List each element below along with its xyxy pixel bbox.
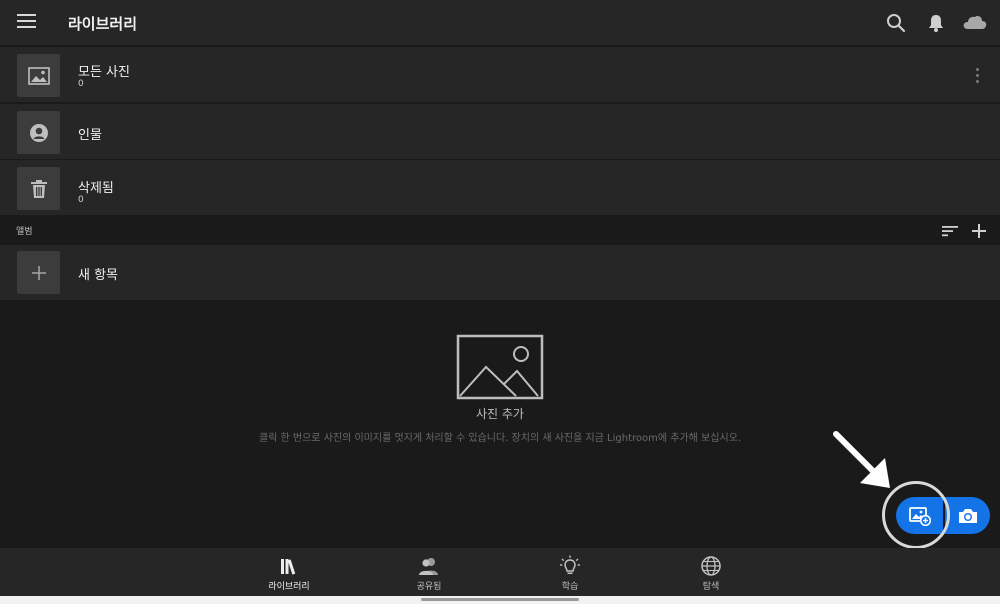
people-icon [419, 558, 438, 575]
app-header: 라이브러리 [0, 0, 1000, 46]
new-album-item[interactable]: 새 항목 [0, 245, 1000, 301]
library-icon [281, 559, 296, 575]
lightbulb-icon [560, 555, 580, 574]
image-icon [17, 54, 60, 97]
nav-label: 학습 [561, 582, 579, 592]
library-item-all-photos[interactable]: 모든 사진 0 [0, 47, 1000, 103]
menu-icon[interactable] [17, 14, 36, 30]
nav-item-learn[interactable]: 학습 [530, 548, 610, 596]
row-count: 0 [78, 79, 84, 89]
pointer-arrow-icon [833, 431, 890, 488]
highlight-ring [882, 481, 950, 549]
albums-section-header: 앨범 [0, 216, 1000, 244]
home-indicator[interactable] [421, 598, 579, 601]
camera-button[interactable] [945, 497, 990, 534]
nav-item-explore[interactable]: 탐색 [671, 548, 751, 596]
camera-icon [958, 508, 977, 523]
bottom-nav: 라이브러리 공유됨 학습 탐색 [0, 548, 1000, 596]
nav-label: 탐색 [702, 582, 720, 592]
nav-item-library[interactable]: 라이브러리 [249, 548, 329, 596]
section-label: 앨범 [16, 227, 33, 237]
search-icon[interactable] [885, 12, 907, 34]
more-options-icon[interactable] [974, 68, 980, 84]
home-indicator-area [0, 596, 1000, 604]
person-icon [17, 111, 60, 154]
plus-icon [17, 251, 60, 294]
new-album-label: 새 항목 [78, 268, 119, 283]
library-item-people[interactable]: 인물 [0, 104, 1000, 160]
add-album-icon[interactable] [971, 223, 987, 239]
page-title: 라이브러리 [68, 15, 138, 33]
nav-label: 공유됨 [416, 582, 442, 592]
cloud-icon[interactable] [962, 12, 988, 34]
row-title: 인물 [78, 128, 102, 143]
bell-icon[interactable] [925, 12, 947, 34]
library-item-deleted[interactable]: 삭제됨 0 [0, 160, 1000, 216]
row-count: 0 [78, 195, 84, 205]
row-title: 삭제됨 [78, 181, 114, 196]
photo-placeholder-icon [456, 334, 544, 400]
globe-icon [701, 556, 721, 576]
nav-label: 라이브러리 [268, 582, 310, 592]
empty-state-title: 사진 추가 [476, 407, 524, 421]
sort-icon[interactable] [941, 224, 959, 238]
nav-item-shared[interactable]: 공유됨 [389, 548, 469, 596]
row-title: 모든 사진 [78, 65, 130, 80]
empty-state: 사진 추가 클릭 한 번으로 사진의 이미지를 멋지게 처리할 수 있습니다. … [0, 302, 1000, 548]
trash-icon [17, 167, 60, 210]
